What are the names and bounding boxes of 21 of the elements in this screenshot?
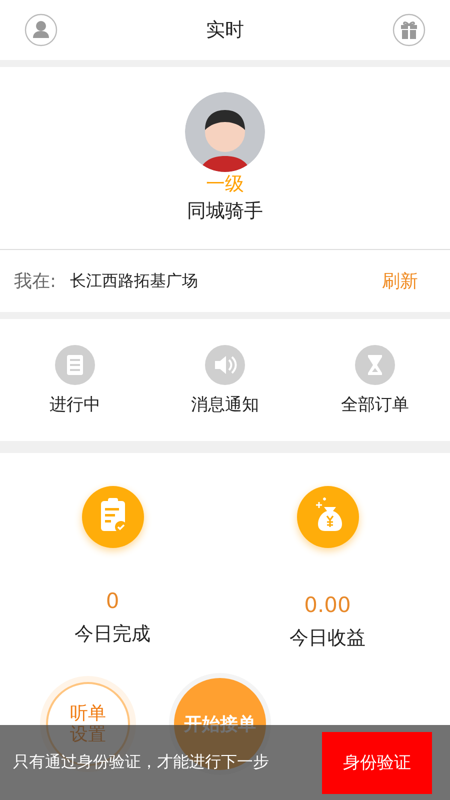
clipboard-icon [80, 485, 144, 549]
menu-item[interactable]: 进行中 [15, 344, 135, 416]
stat-value: 0.00 [304, 593, 351, 617]
level-label: 一级 [206, 172, 244, 196]
document-icon [55, 344, 95, 384]
stat-value: 0 [106, 589, 120, 613]
menu-item[interactable]: 消息通知 [165, 344, 285, 416]
money-bag-icon [296, 485, 360, 549]
stat-label: 今日完成 [74, 622, 150, 647]
location-address: 长江西路拓基广场 [70, 270, 200, 292]
gift-icon[interactable] [392, 13, 426, 47]
stat-label: 今日收益 [290, 626, 366, 651]
location-label: 我在: [14, 270, 56, 293]
rider-name: 同城骑手 [187, 199, 263, 224]
user-icon[interactable] [24, 13, 58, 47]
page-title: 实时 [206, 18, 244, 43]
verify-button[interactable]: 身份验证 [322, 732, 432, 794]
speaker-icon [205, 344, 245, 384]
refresh-link[interactable]: 刷新 [382, 269, 418, 293]
menu-item[interactable]: 全部订单 [315, 344, 435, 416]
hourglass-icon [355, 344, 395, 384]
